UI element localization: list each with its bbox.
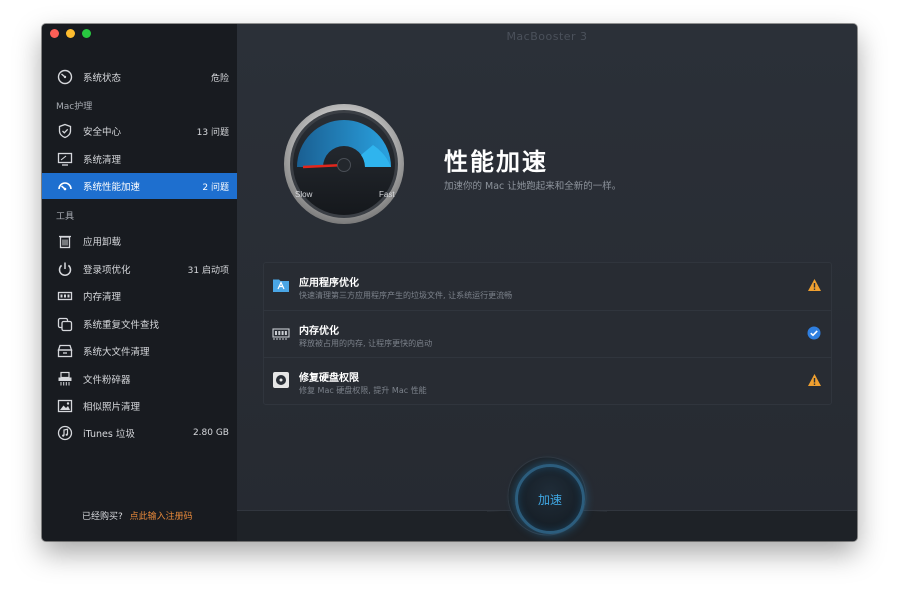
shredder-icon (56, 370, 74, 388)
boost-button-wrap: 加速 (507, 456, 587, 536)
sidebar-section-tools: 工具 (56, 212, 75, 222)
sidebar-item-duplicate-finder[interactable]: 系统重复文件查找 (42, 311, 237, 337)
list-item-repair-permissions[interactable]: 修复硬盘权限 修复 Mac 硬盘权限, 提升 Mac 性能 (264, 357, 831, 404)
speedometer-icon (56, 68, 74, 86)
sidebar-item-count: 13 问题 (196, 127, 229, 138)
sidebar-item-label: 文件粉碎器 (83, 375, 131, 386)
sidebar-item-label: 系统清理 (83, 155, 122, 166)
window-title: MacBooster 3 (506, 30, 588, 43)
sidebar-item-similar-photos[interactable]: 相似照片清理 (42, 393, 237, 419)
list-item-memory-optimize[interactable]: 内存优化 释放被占用的内存, 让程序更快的启动 (264, 310, 831, 357)
gauge-icon (56, 177, 74, 195)
sidebar-item-label: 登录项优化 (83, 265, 131, 276)
main-panel: MacBooster 3 Slow Fast 性能加速 加速你的 Mac 让她跑… (237, 24, 857, 541)
optimization-list: 应用程序优化 快速清理第三方应用程序产生的垃圾文件, 让系统运行更流畅 内存优化… (263, 262, 832, 405)
item-description: 修复 Mac 硬盘权限, 提升 Mac 性能 (299, 386, 427, 395)
sidebar-item-label: 应用卸载 (83, 237, 122, 248)
sidebar-item-security[interactable]: 安全中心 13 问题 (42, 118, 237, 144)
item-description: 释放被占用的内存, 让程序更快的启动 (299, 339, 433, 348)
sidebar-item-label: 系统性能加速 (83, 182, 141, 193)
trash-icon (56, 232, 74, 250)
monitor-icon (56, 150, 74, 168)
photo-icon (56, 397, 74, 415)
page-subtitle: 加速你的 Mac 让她跑起来和全新的一样。 (444, 181, 622, 192)
sidebar-item-label: 系统状态 (83, 73, 122, 84)
check-circle-icon (806, 325, 822, 341)
purchased-question: 已经购买? (82, 512, 123, 522)
sidebar-item-system-status[interactable]: 系统状态 危险 (42, 64, 237, 90)
sidebar-item-itunes-junk[interactable]: iTunes 垃圾 2.80 GB (42, 420, 237, 446)
warning-icon (806, 277, 822, 293)
sidebar-item-label: 内存清理 (83, 292, 122, 303)
gauge-slow-label: Slow (295, 190, 313, 199)
item-description: 快速清理第三方应用程序产生的垃圾文件, 让系统运行更流畅 (299, 291, 513, 300)
music-note-icon (56, 424, 74, 442)
power-icon (56, 260, 74, 278)
item-title: 修复硬盘权限 (299, 373, 359, 384)
gauge-fast-label: Fast (379, 190, 395, 199)
register-prompt: 已经购买? 点此输入注册码 (82, 509, 193, 522)
archive-box-icon (56, 342, 74, 360)
sidebar-item-count: 2 问题 (202, 182, 229, 193)
sidebar-section-mac: Mac护理 (56, 102, 93, 112)
sidebar: 系统状态 危险 Mac护理 安全中心 13 问题 系统清理 系统性能加速 2 问… (42, 24, 237, 541)
sidebar-item-label: 系统重复文件查找 (83, 320, 160, 331)
sidebar-item-label: 系统大文件清理 (83, 347, 150, 358)
sidebar-item-label: 安全中心 (83, 127, 122, 138)
shield-icon (56, 122, 74, 140)
enter-license-link[interactable]: 点此输入注册码 (130, 512, 193, 522)
app-window: 系统状态 危险 Mac护理 安全中心 13 问题 系统清理 系统性能加速 2 问… (42, 24, 857, 541)
sidebar-item-shredder[interactable]: 文件粉碎器 (42, 366, 237, 392)
sidebar-item-performance[interactable]: 系统性能加速 2 问题 (42, 173, 237, 199)
sidebar-item-memory-clean[interactable]: 内存清理 (42, 283, 237, 309)
sidebar-item-login-items[interactable]: 登录项优化 31 启动项 (42, 256, 237, 282)
window-controls (50, 29, 91, 38)
sidebar-item-label: 相似照片清理 (83, 402, 141, 413)
app-folder-icon (272, 276, 290, 294)
boost-button[interactable]: 加速 (515, 464, 585, 534)
list-item-app-optimize[interactable]: 应用程序优化 快速清理第三方应用程序产生的垃圾文件, 让系统运行更流畅 (264, 263, 831, 309)
item-title: 内存优化 (299, 326, 339, 337)
minimize-button[interactable] (66, 29, 75, 38)
sidebar-item-label: iTunes 垃圾 (83, 429, 135, 440)
sidebar-item-large-files[interactable]: 系统大文件清理 (42, 338, 237, 364)
speed-gauge: Slow Fast (283, 103, 405, 225)
sidebar-item-uninstaller[interactable]: 应用卸载 (42, 228, 237, 254)
page-title: 性能加速 (444, 148, 548, 176)
item-title: 应用程序优化 (299, 278, 359, 289)
memory-chip-icon (272, 324, 290, 342)
warning-icon (806, 372, 822, 388)
sidebar-item-count: 危险 (210, 73, 229, 84)
sidebar-item-system-clean[interactable]: 系统清理 (42, 146, 237, 172)
disk-icon (272, 371, 290, 389)
sidebar-item-count: 31 启动项 (187, 265, 229, 276)
close-button[interactable] (50, 29, 59, 38)
sidebar-item-count: 2.80 GB (192, 428, 229, 438)
ram-icon (56, 287, 74, 305)
duplicate-files-icon (56, 315, 74, 333)
zoom-button[interactable] (82, 29, 91, 38)
